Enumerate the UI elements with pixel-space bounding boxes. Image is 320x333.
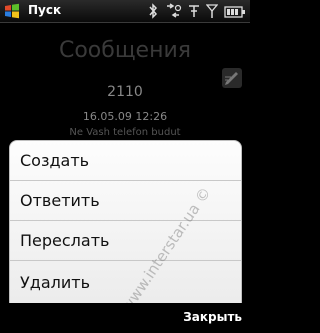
bluetooth-icon[interactable] [148,3,158,19]
close-softkey[interactable]: Закрыть [183,310,242,324]
menu-item-create[interactable]: Создать [10,141,241,181]
menu-item-delete[interactable]: Удалить [10,261,241,303]
message-preview: Ne Vash telefon budut [69,127,181,138]
start-menu-label[interactable]: Пуск [28,3,61,17]
network-icon[interactable] [188,3,200,19]
message-date: 16.05.09 12:26 [82,110,168,123]
signal-icon[interactable] [205,3,219,19]
message-sender: 2110 [107,84,143,100]
menu-item-reply[interactable]: Ответить [10,181,241,221]
windows-logo-icon[interactable] [3,2,21,20]
sync-icon[interactable] [164,3,182,19]
status-icons [148,2,246,20]
softkey-bar: Закрыть [0,303,250,333]
menu-item-forward[interactable]: Переслать [10,221,241,261]
context-menu: Создать Ответить Переслать Удалить [9,140,242,304]
page-title: Сообщения [58,38,192,63]
battery-icon[interactable] [224,4,246,18]
status-bar: Пуск [0,0,250,23]
